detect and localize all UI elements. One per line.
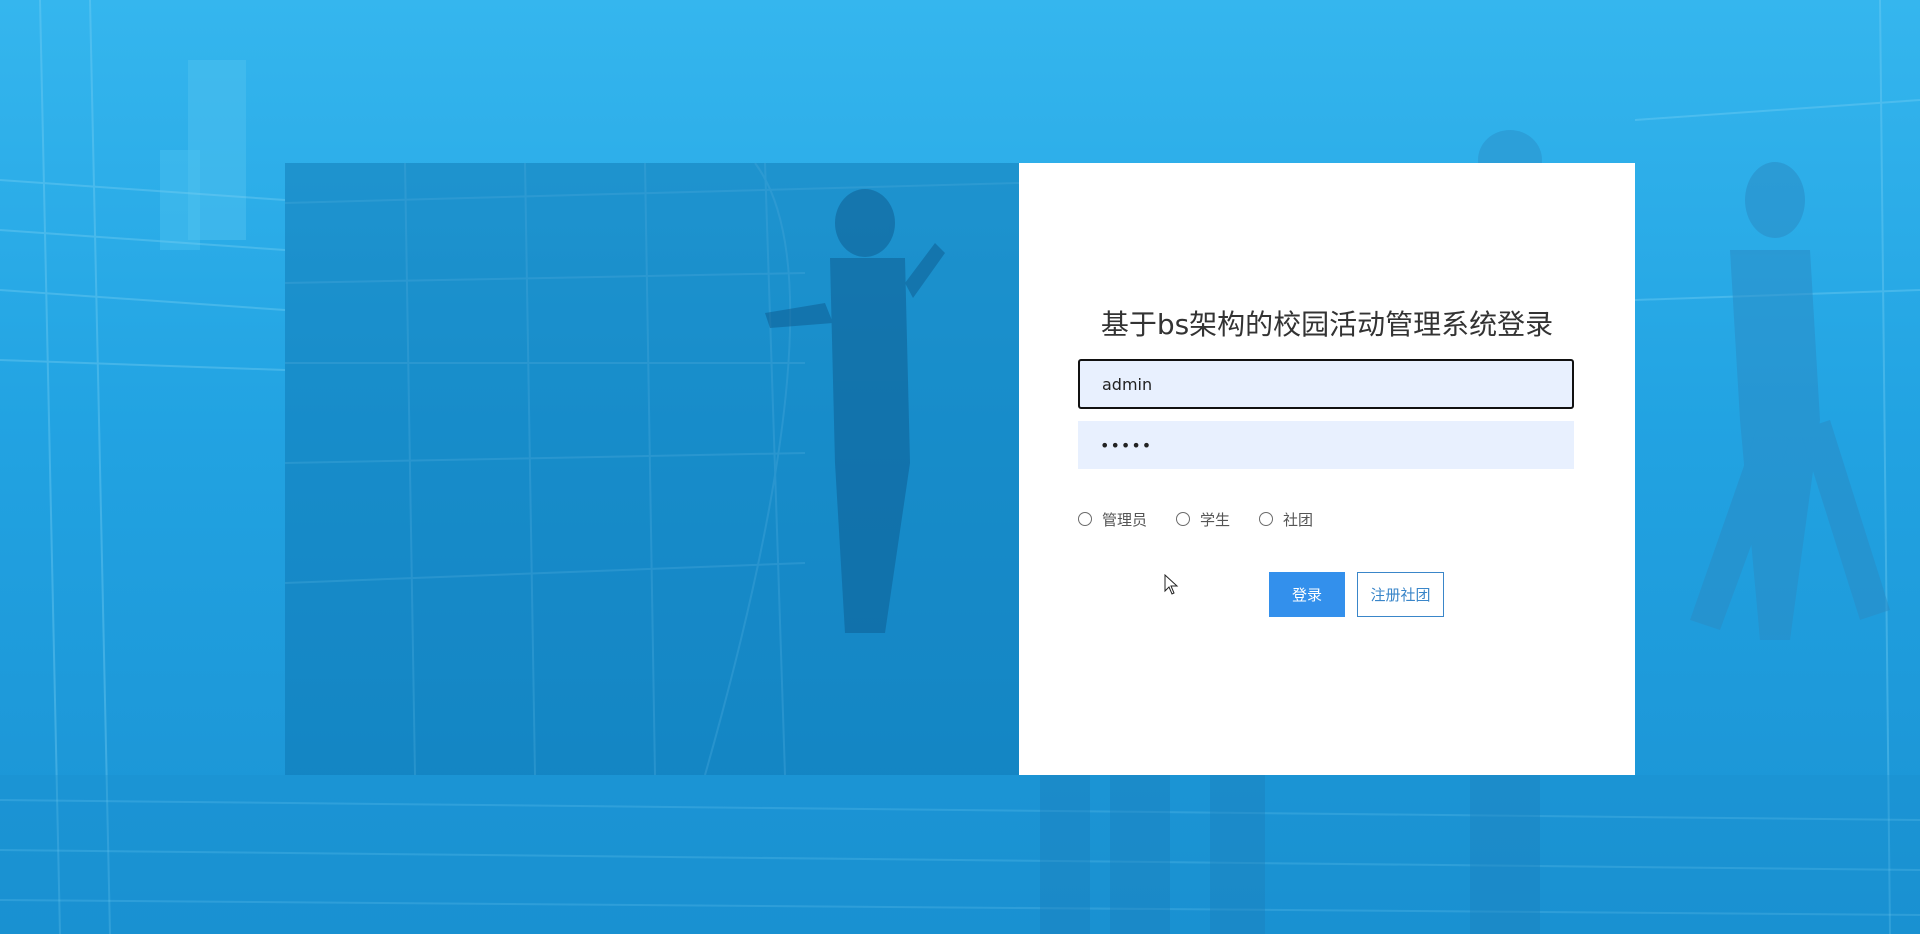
radio-circle-icon[interactable] [1176,512,1191,526]
role-radio-student[interactable]: 学生 [1176,509,1230,530]
role-label: 社团 [1283,510,1314,529]
login-card: 基于bs架构的校园活动管理系统登录 管理员 学生 社团 登录 注册社团 [1019,163,1635,775]
role-radio-admin[interactable]: 管理员 [1078,509,1147,530]
role-radio-club[interactable]: 社团 [1259,509,1313,530]
login-button[interactable]: 登录 [1269,572,1345,617]
password-input[interactable] [1078,421,1574,469]
role-label: 管理员 [1102,510,1148,529]
radio-circle-icon[interactable] [1078,512,1092,526]
role-label: 学生 [1200,510,1231,529]
role-radio-group: 管理员 学生 社团 [1078,507,1342,531]
radio-circle-icon[interactable] [1259,512,1274,526]
page-title: 基于bs架构的校园活动管理系统登录 [1100,308,1554,341]
username-input[interactable] [1078,359,1574,409]
left-overlay-panel [284,162,1020,776]
register-club-button[interactable]: 注册社团 [1357,572,1444,617]
panel-illustration [284,162,1020,776]
mouse-cursor-icon [1164,573,1180,600]
